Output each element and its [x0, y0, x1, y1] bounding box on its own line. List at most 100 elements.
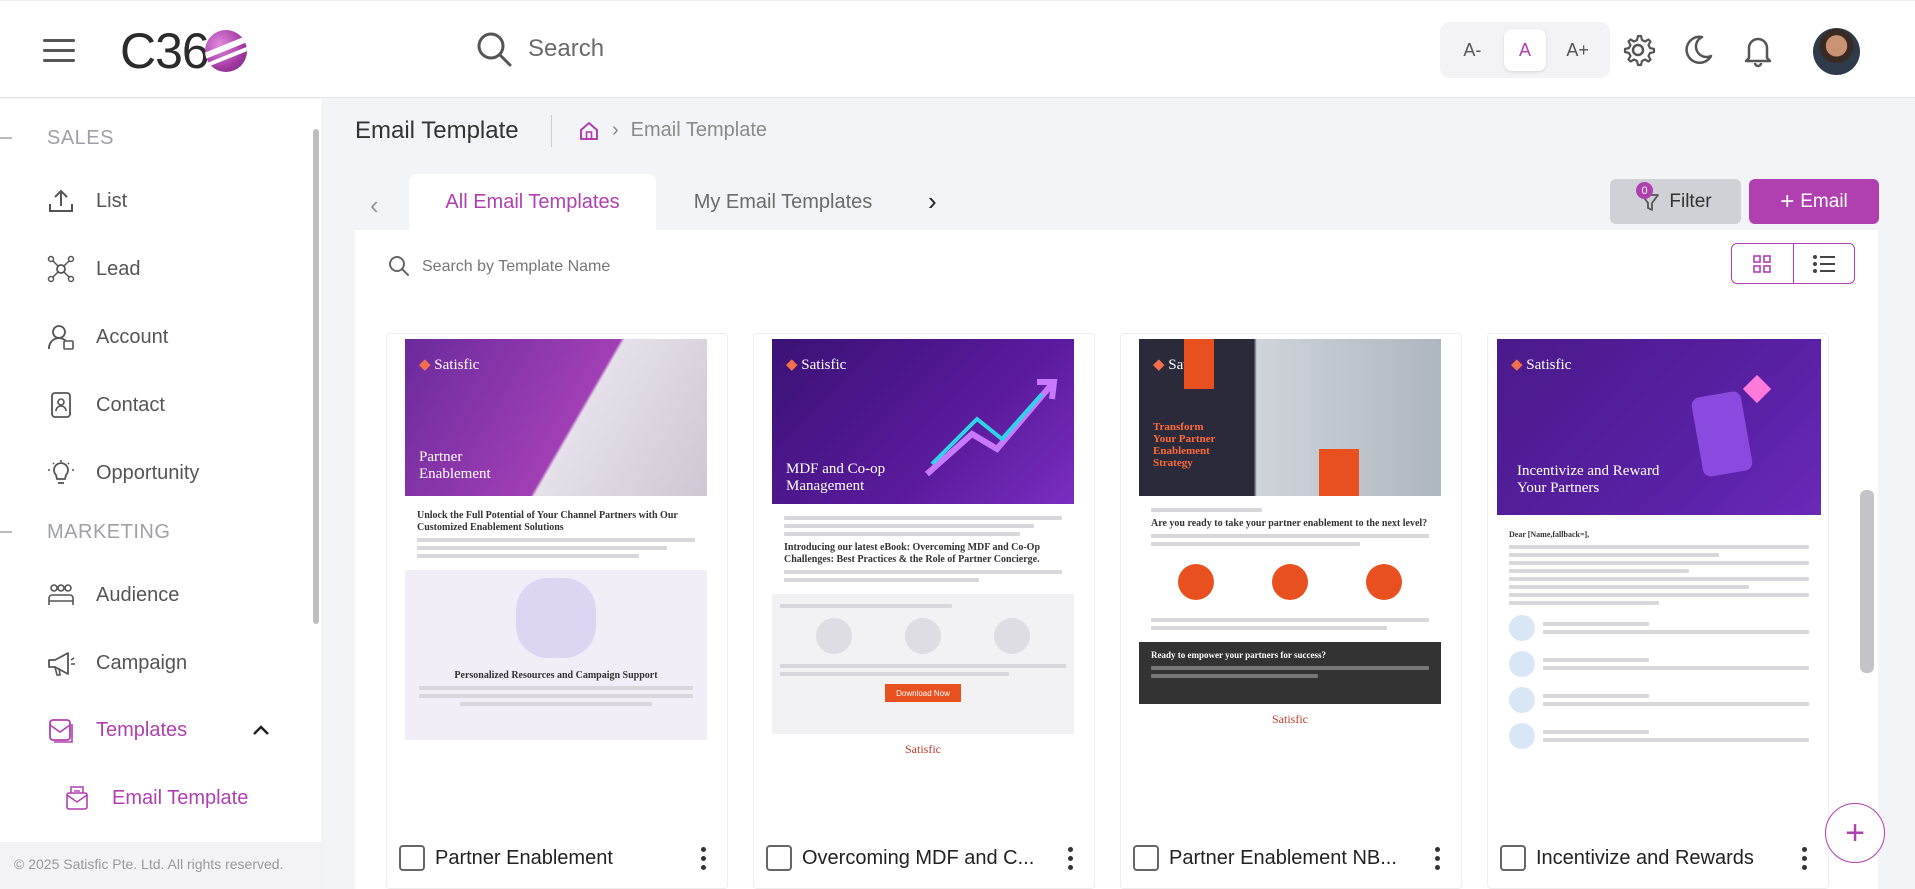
sidebar-section-marketing: MARKETING — [47, 521, 171, 543]
template-preview[interactable]: Satisfic Incentivize and Reward Your Par… — [1497, 339, 1821, 819]
section-divider — [0, 531, 12, 533]
template-name: Partner Enablement — [435, 846, 613, 869]
hero-title: MDF and Co-op Management — [786, 461, 886, 494]
template-preview[interactable]: Satisfic Partner Enablement Unlock the F… — [405, 339, 707, 819]
tabs-prev-chevron-icon[interactable]: ‹ — [370, 190, 379, 221]
audience-group-icon — [48, 584, 74, 605]
breadcrumb-chevron-icon: › — [612, 119, 619, 141]
more-options-icon[interactable] — [1058, 846, 1082, 870]
sidebar-item-lead[interactable]: Lead — [46, 249, 141, 289]
email-section: Download Now — [772, 594, 1074, 734]
email-body: Introducing our latest eBook: Overcoming… — [772, 504, 1074, 594]
gear-icon[interactable] — [1620, 32, 1656, 68]
logo-text: C36 — [120, 23, 210, 79]
tab-all-email-templates[interactable]: All Email Templates — [409, 174, 656, 230]
template-card[interactable]: Satisfic Incentivize and Reward Your Par… — [1487, 333, 1829, 889]
plus-icon: + — [1780, 187, 1795, 215]
card-checkbox[interactable] — [1500, 845, 1526, 871]
template-search-input[interactable]: Search by Template Name — [422, 258, 610, 276]
sidebar-item-campaign[interactable]: Campaign — [46, 643, 187, 683]
tab-my-email-templates[interactable]: My Email Templates — [672, 174, 894, 230]
sidebar-item-label: Lead — [96, 257, 141, 280]
font-increase-button[interactable]: A+ — [1557, 29, 1599, 71]
template-preview[interactable]: Satisfic Transform Your Partner Enableme… — [1139, 339, 1441, 819]
floating-add-button[interactable]: + — [1825, 803, 1885, 863]
font-size-controls: A- A A+ — [1440, 22, 1610, 78]
card-checkbox[interactable] — [1133, 845, 1159, 871]
sidebar-item-list[interactable]: List — [46, 181, 127, 221]
top-header: C36 Search A- A A+ — [0, 0, 1915, 98]
font-default-button[interactable]: A — [1503, 29, 1546, 71]
lightbulb-icon — [48, 460, 74, 484]
sidebar-item-audience[interactable]: Audience — [46, 575, 179, 615]
content-scrollbar[interactable] — [1860, 490, 1874, 673]
sidebar-scrollbar[interactable] — [313, 129, 319, 624]
template-card[interactable]: Satisfic Partner Enablement Unlock the F… — [386, 333, 728, 889]
breadcrumb-divider — [551, 115, 552, 147]
template-preview[interactable]: Satisfic MDF and Co-op Management Introd… — [772, 339, 1074, 819]
section-divider — [0, 137, 12, 139]
user-avatar[interactable] — [1813, 28, 1860, 75]
more-options-icon[interactable] — [1425, 846, 1449, 870]
chevron-up-icon[interactable] — [250, 719, 272, 741]
sidebar-item-opportunity[interactable]: Opportunity — [46, 453, 199, 493]
template-name: Partner Enablement NB... — [1169, 846, 1397, 869]
more-options-icon[interactable] — [1792, 846, 1816, 870]
breadcrumb-current: Email Template — [630, 119, 768, 141]
tabs-next-chevron-icon[interactable]: › — [928, 186, 937, 217]
email-template-icon — [66, 786, 88, 810]
sidebar-item-label: Templates — [96, 718, 188, 741]
logo[interactable]: C36 — [120, 23, 247, 79]
filter-count-badge: 0 — [1636, 182, 1653, 199]
sidebar-item-label: Audience — [96, 583, 180, 606]
sidebar-section-sales: SALES — [47, 127, 114, 149]
hero-title: Incentivize and Reward Your Partners — [1517, 463, 1660, 496]
template-card[interactable]: Satisfic Transform Your Partner Enableme… — [1120, 333, 1462, 889]
grid-view-button[interactable] — [1732, 244, 1793, 283]
home-icon[interactable] — [578, 120, 600, 142]
list-view-button[interactable] — [1792, 244, 1855, 283]
feature-icons — [1139, 558, 1441, 606]
card-checkbox[interactable] — [399, 845, 425, 871]
sidebar-item-account[interactable]: Account — [46, 317, 168, 357]
account-user-icon — [48, 325, 74, 350]
template-name: Incentivize and Rewards — [1536, 846, 1754, 869]
global-search[interactable]: Search — [474, 29, 604, 69]
hamburger-menu-icon[interactable] — [43, 39, 75, 63]
filter-button[interactable]: 0 Filter — [1610, 179, 1741, 224]
sidebar-item-label: Contact — [96, 393, 165, 416]
template-name: Overcoming MDF and C... — [802, 846, 1035, 869]
sidebar-item-label: Campaign — [96, 651, 188, 674]
notification-bell-icon[interactable] — [1740, 32, 1776, 68]
search-icon — [389, 256, 409, 276]
sidebar-item-templates[interactable]: Templates — [46, 710, 187, 750]
card-checkbox[interactable] — [766, 845, 792, 871]
more-options-icon[interactable] — [691, 846, 715, 870]
email-subheading: Personalized Resources and Campaign Supp… — [454, 670, 658, 681]
font-decrease-button[interactable]: A- — [1451, 29, 1493, 71]
email-heading: Dear [Name,fallback=], — [1509, 530, 1590, 539]
sidebar-item-email-template[interactable]: Email Template — [62, 778, 248, 818]
banner-text: Ready to empower your partners for succe… — [1151, 650, 1326, 660]
brand-logo: Satisfic — [1511, 355, 1571, 374]
template-card[interactable]: Satisfic MDF and Co-op Management Introd… — [753, 333, 1095, 889]
logo-globe-icon — [204, 30, 247, 72]
dark-mode-moon-icon[interactable] — [1680, 32, 1716, 68]
brand-logo: Satisfic — [786, 355, 846, 374]
sidebar: SALES List Lead Account Contact Opportun… — [0, 99, 323, 889]
add-email-button[interactable]: + Email — [1749, 179, 1879, 224]
search-label: Search — [528, 35, 605, 62]
templates-icon — [49, 719, 73, 743]
sidebar-item-label: Opportunity — [96, 461, 200, 484]
page-title: Email Template — [355, 117, 519, 144]
email-heading: Are you ready to take your partner enabl… — [1151, 518, 1428, 529]
email-body: Dear [Name,fallback=], — [1497, 515, 1821, 757]
contact-card-icon — [51, 392, 71, 418]
sidebar-item-contact[interactable]: Contact — [46, 385, 165, 425]
email-body: Unlock the Full Potential of Your Channe… — [405, 496, 707, 570]
hero-title: Partner Enablement — [419, 449, 491, 482]
email-heading: Unlock the Full Potential of Your Channe… — [417, 510, 678, 533]
email-body: Are you ready to take your partner enabl… — [1139, 496, 1441, 558]
download-now-button: Download Now — [885, 684, 961, 702]
brand-logo: Satisfic — [419, 355, 479, 374]
